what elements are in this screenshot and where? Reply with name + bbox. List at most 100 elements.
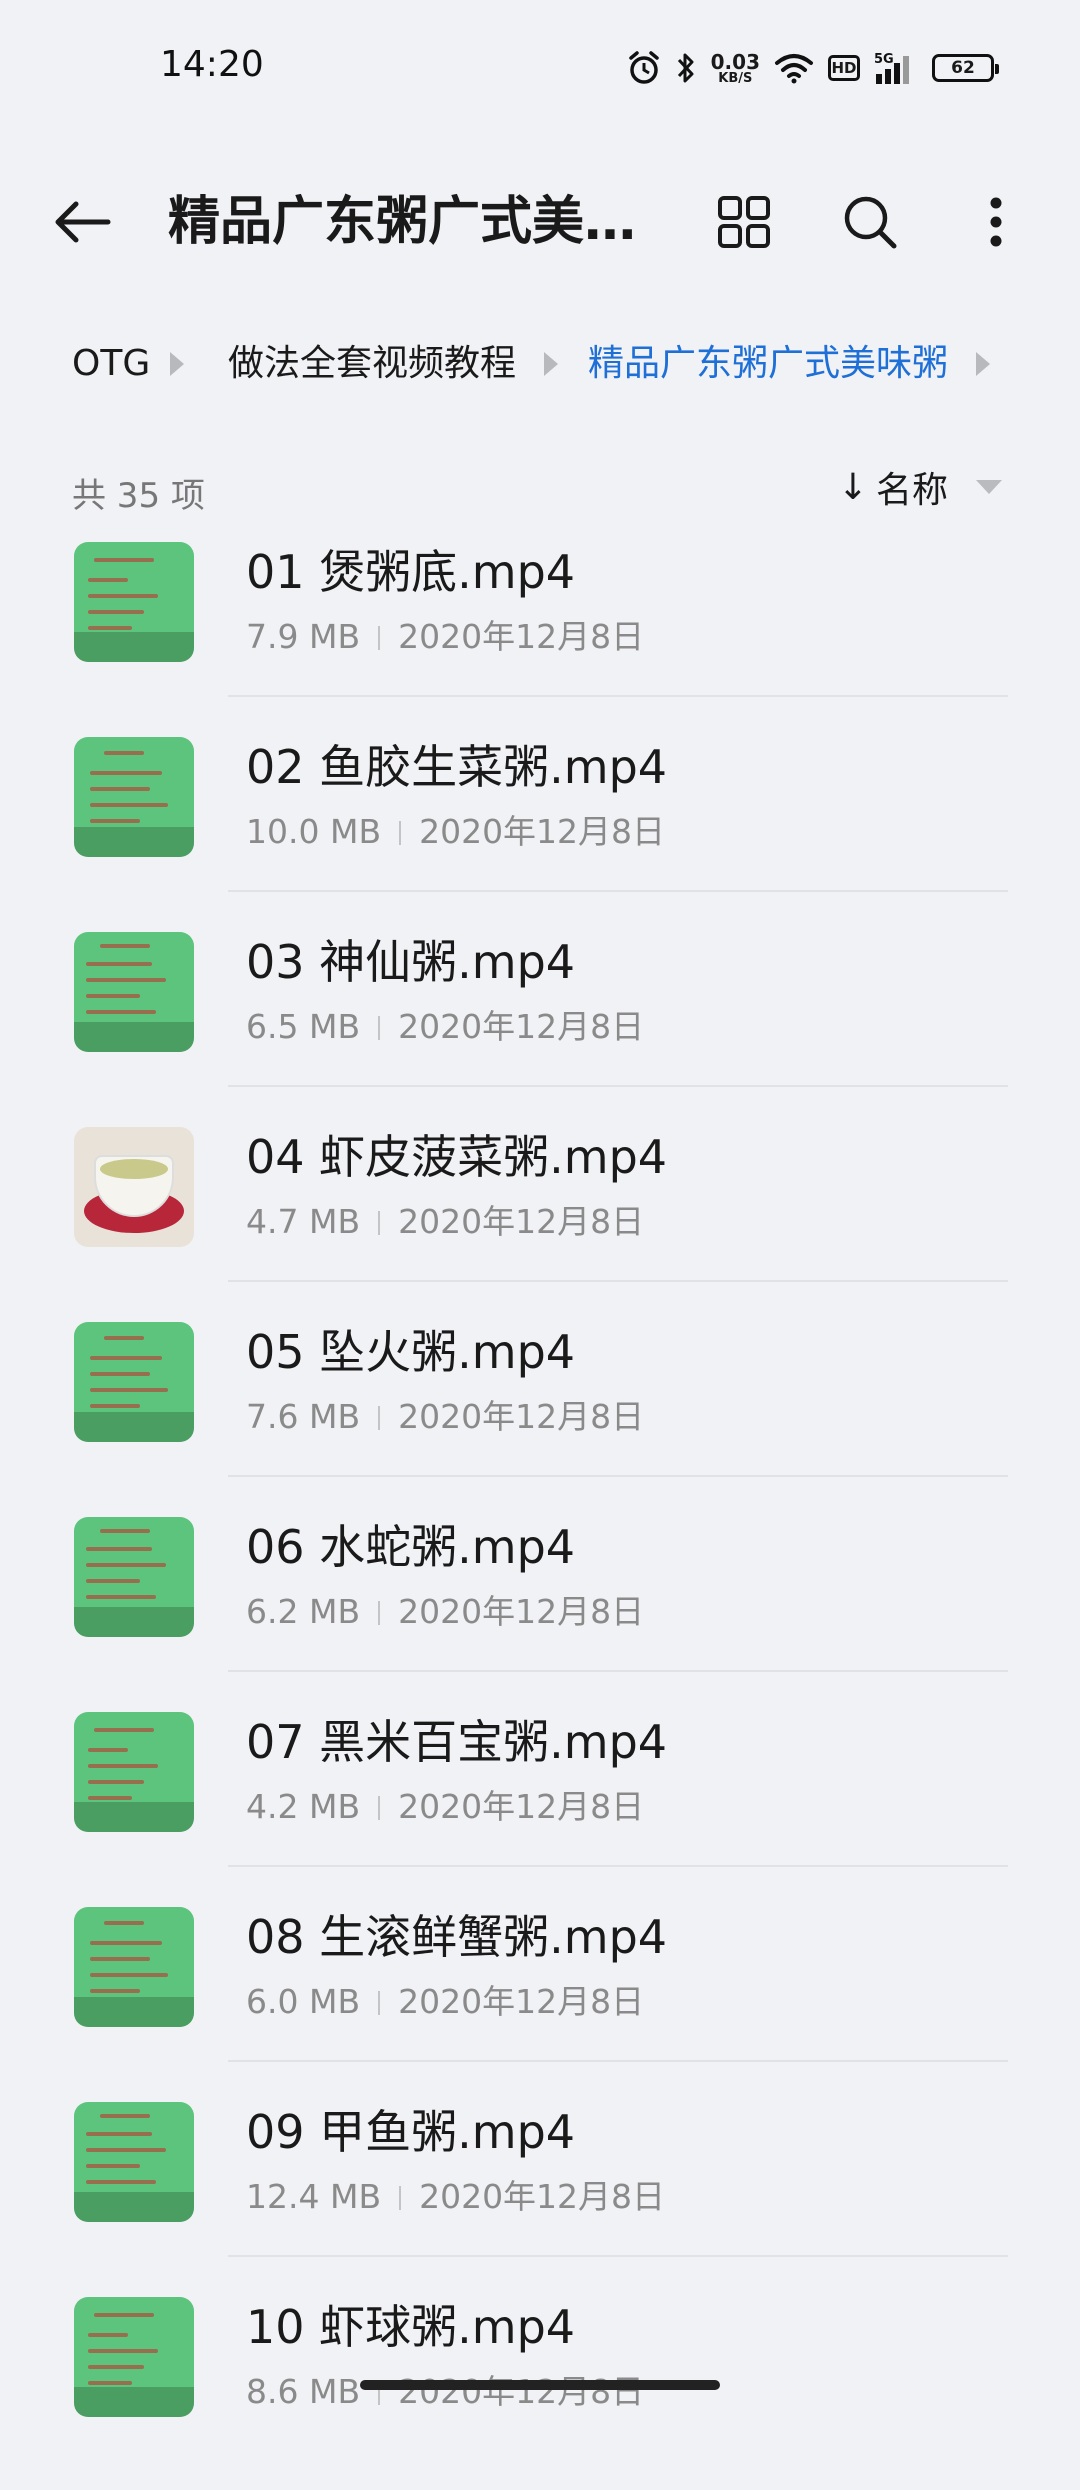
file-meta: 12.4 MB 2020年12月8日 <box>246 2174 665 2220</box>
file-size: 7.9 MB <box>246 617 361 656</box>
item-count: 共 35 项 <box>72 476 205 516</box>
video-thumbnail <box>74 1517 194 1637</box>
row-divider <box>228 1280 1008 1282</box>
meta-separator <box>378 1016 381 1040</box>
search-button[interactable] <box>834 190 906 254</box>
file-date: 2020年12月8日 <box>398 617 645 656</box>
file-size: 7.6 MB <box>246 1397 361 1436</box>
meta-separator <box>378 1991 381 2015</box>
breadcrumb-separator-icon <box>976 352 990 376</box>
signal-icon: 5G <box>874 50 918 86</box>
file-list-item[interactable]: 09 甲鱼粥.mp4 12.4 MB 2020年12月8日 <box>0 2100 1080 2295</box>
breadcrumb-item-tutorials-label: 做法全套视频教程 <box>227 343 516 384</box>
home-indicator <box>360 2380 720 2390</box>
file-date: 2020年12月8日 <box>398 1007 645 1046</box>
file-name: 01 煲粥底.mp4 <box>246 545 576 599</box>
file-name: 06 水蛇粥.mp4 <box>246 1520 576 1574</box>
arrow-down-icon: ↓ <box>837 466 868 508</box>
back-arrow-icon <box>55 201 111 243</box>
dropdown-triangle-icon <box>976 480 1002 494</box>
file-list-item[interactable]: 07 黑米百宝粥.mp4 4.2 MB 2020年12月8日 <box>0 1710 1080 1905</box>
file-date: 2020年12月8日 <box>419 2177 666 2216</box>
file-name: 08 生滚鲜蟹粥.mp4 <box>246 1910 668 1964</box>
meta-separator <box>378 1796 381 1820</box>
file-date: 2020年12月8日 <box>398 1982 645 2021</box>
file-size: 6.5 MB <box>246 1007 361 1046</box>
meta-separator <box>378 626 381 650</box>
sort-button[interactable]: ↓ 名称 <box>838 462 1002 512</box>
file-list-item[interactable]: 06 水蛇粥.mp4 6.2 MB 2020年12月8日 <box>0 1515 1080 1710</box>
file-name: 02 鱼胶生菜粥.mp4 <box>246 740 668 794</box>
breadcrumb-item-current[interactable]: 精品广东粥广式美味粥 <box>588 330 948 398</box>
breadcrumb-item-otg[interactable]: OTG <box>72 330 150 398</box>
network-type-label: 5G <box>874 52 894 67</box>
breadcrumb-separator-icon <box>544 352 558 376</box>
video-thumbnail <box>74 542 194 662</box>
file-meta: 6.2 MB 2020年12月8日 <box>246 1589 644 1635</box>
hd-badge: HD <box>828 55 860 81</box>
top-app-bar: 精品广东粥广式美… <box>0 170 1080 274</box>
file-meta: 10.0 MB 2020年12月8日 <box>246 809 665 855</box>
status-time: 14:20 <box>160 44 264 85</box>
sort-label: 名称 <box>875 470 948 511</box>
video-thumbnail <box>74 2297 194 2417</box>
video-thumbnail <box>74 737 194 857</box>
video-thumbnail <box>74 1127 194 1247</box>
meta-separator <box>378 1601 381 1625</box>
file-size: 6.2 MB <box>246 1592 361 1631</box>
network-speed: 0.03 KB/S <box>711 52 760 85</box>
status-bar: 14:20 0.03 KB/S HD 5G 62 <box>0 0 1080 136</box>
file-meta: 4.2 MB 2020年12月8日 <box>246 1784 644 1830</box>
wifi-icon <box>774 52 814 84</box>
meta-separator <box>399 2186 402 2210</box>
bluetooth-icon <box>675 51 697 85</box>
file-list-item[interactable]: 08 生滚鲜蟹粥.mp4 6.0 MB 2020年12月8日 <box>0 1905 1080 2100</box>
video-thumbnail <box>74 2102 194 2222</box>
file-size: 4.7 MB <box>246 1202 361 1241</box>
grid-view-button[interactable] <box>708 190 780 254</box>
row-divider <box>228 2060 1008 2062</box>
grid-view-icon <box>718 196 770 248</box>
search-icon <box>844 196 897 249</box>
file-list-item[interactable]: 10 虾球粥.mp4 8.6 MB 2020年12月8日 <box>0 2295 1080 2490</box>
meta-separator <box>399 821 402 845</box>
breadcrumb-separator-icon <box>170 352 184 376</box>
more-options-button[interactable] <box>960 190 1032 254</box>
network-speed-unit: KB/S <box>718 70 753 86</box>
file-size: 4.2 MB <box>246 1787 361 1826</box>
file-date: 2020年12月8日 <box>398 1787 645 1826</box>
file-list-item[interactable]: 04 虾皮菠菜粥.mp4 4.7 MB 2020年12月8日 <box>0 1125 1080 1320</box>
file-list-item[interactable]: 05 坠火粥.mp4 7.6 MB 2020年12月8日 <box>0 1320 1080 1515</box>
video-thumbnail <box>74 932 194 1052</box>
breadcrumb-item-tutorials[interactable]: 做法全套视频教程 <box>216 330 516 398</box>
file-date: 2020年12月8日 <box>398 2372 645 2411</box>
video-thumbnail <box>74 1907 194 2027</box>
file-list-item[interactable]: 01 煲粥底.mp4 7.9 MB 2020年12月8日 <box>0 540 1080 735</box>
file-name: 05 坠火粥.mp4 <box>246 1325 576 1379</box>
page-title: 精品广东粥广式美… <box>168 192 637 252</box>
file-meta: 7.6 MB 2020年12月8日 <box>246 1394 644 1440</box>
row-divider <box>228 1670 1008 1672</box>
row-divider <box>228 1865 1008 1867</box>
file-date: 2020年12月8日 <box>398 1397 645 1436</box>
file-list-item[interactable]: 03 神仙粥.mp4 6.5 MB 2020年12月8日 <box>0 930 1080 1125</box>
back-button[interactable] <box>42 190 122 254</box>
breadcrumb: OTG 做法全套视频教程 精品广东粥广式美味粥 <box>0 330 1080 398</box>
file-size: 8.6 MB <box>246 2372 361 2411</box>
file-size: 12.4 MB <box>246 2177 382 2216</box>
battery-level: 62 <box>951 58 975 78</box>
row-divider <box>228 695 1008 697</box>
status-icons: 0.03 KB/S HD 5G 62 <box>627 44 999 92</box>
file-name: 07 黑米百宝粥.mp4 <box>246 1715 668 1769</box>
file-meta: 4.7 MB 2020年12月8日 <box>246 1199 644 1245</box>
row-divider <box>228 1475 1008 1477</box>
file-list-item[interactable]: 02 鱼胶生菜粥.mp4 10.0 MB 2020年12月8日 <box>0 735 1080 930</box>
file-size: 10.0 MB <box>246 812 382 851</box>
file-list: 01 煲粥底.mp4 7.9 MB 2020年12月8日 02 鱼胶生菜粥.mp4 10… <box>0 540 1080 2490</box>
video-thumbnail <box>74 1712 194 1832</box>
alarm-icon <box>627 50 661 86</box>
meta-separator <box>378 1406 381 1430</box>
row-divider <box>228 2255 1008 2257</box>
file-meta: 7.9 MB 2020年12月8日 <box>246 614 644 660</box>
row-divider <box>228 890 1008 892</box>
